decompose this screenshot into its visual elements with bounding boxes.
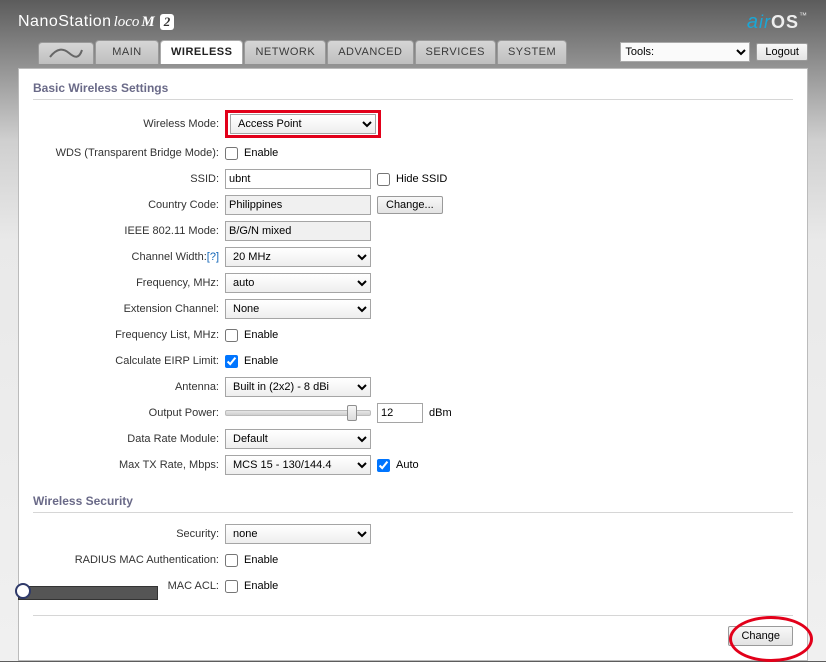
label-radius: RADIUS MAC Authentication: [33,554,225,566]
freq-list-enable-checkbox[interactable] [225,329,238,342]
tab-advanced[interactable]: ADVANCED [327,40,413,64]
change-button[interactable]: Change [728,626,793,646]
main-panel: Basic Wireless Settings Wireless Mode: A… [18,68,808,661]
annotation-highlight: Access Point [225,110,381,138]
tab-services[interactable]: SERVICES [415,40,496,64]
label-ieee: IEEE 802.11 Mode: [33,225,225,237]
logout-button[interactable]: Logout [756,43,808,61]
airos-logo: airOS™ [747,11,808,34]
tab-network[interactable]: NETWORK [244,40,326,64]
brand-part3: M [141,14,154,31]
label-antenna: Antenna: [33,381,225,393]
ieee-display [225,221,371,241]
hide-ssid-text: Hide SSID [396,173,447,185]
tools-select[interactable]: Tools: [620,42,750,62]
label-country: Country Code: [33,199,225,211]
radius-enable-text: Enable [244,554,278,566]
channel-width-select[interactable]: 20 MHz [225,247,371,267]
mac-acl-enable-checkbox[interactable] [225,580,238,593]
section-title-security: Wireless Security [33,494,793,513]
label-max-tx: Max TX Rate, Mbps: [33,459,225,471]
wds-enable-text: Enable [244,147,278,159]
max-tx-auto-text: Auto [396,459,419,471]
brand-part4: 2 [160,14,175,30]
tab-main[interactable]: MAIN [95,40,159,64]
label-ext-channel: Extension Channel: [33,303,225,315]
wireless-mode-select[interactable]: Access Point [230,114,376,134]
ssid-input[interactable] [225,169,371,189]
frequency-select[interactable]: auto [225,273,371,293]
eirp-enable-text: Enable [244,355,278,367]
max-tx-auto-checkbox[interactable] [377,459,390,472]
max-tx-select[interactable]: MCS 15 - 130/144.4 [225,455,371,475]
label-output-power: Output Power: [33,407,225,419]
label-ssid: SSID: [33,173,225,185]
tab-wireless[interactable]: WIRELESS [160,40,243,64]
tab-system[interactable]: SYSTEM [497,40,567,64]
freq-list-enable-text: Enable [244,329,278,341]
label-wds: WDS (Transparent Bridge Mode): [33,147,225,159]
security-select[interactable]: none [225,524,371,544]
channel-width-help-link[interactable]: [?] [207,251,219,263]
label-security: Security: [33,528,225,540]
mac-acl-enable-text: Enable [244,580,278,592]
radius-enable-checkbox[interactable] [225,554,238,567]
output-power-slider[interactable] [225,406,371,420]
wds-enable-checkbox[interactable] [225,147,238,160]
dbm-unit: dBm [429,407,452,419]
tab-logo[interactable] [38,42,94,64]
ubnt-swoosh-icon [49,46,83,60]
country-change-button[interactable]: Change... [377,196,443,214]
output-power-input[interactable] [377,403,423,423]
label-wireless-mode: Wireless Mode: [33,118,225,130]
antenna-select[interactable]: Built in (2x2) - 8 dBi [225,377,371,397]
label-data-rate: Data Rate Module: [33,433,225,445]
section-title-basic: Basic Wireless Settings [33,81,793,100]
country-display [225,195,371,215]
brand-part1: NanoStation [18,13,112,31]
data-rate-select[interactable]: Default [225,429,371,449]
nav-tabs: MAIN WIRELESS NETWORK ADVANCED SERVICES … [38,40,567,64]
label-freq-list: Frequency List, MHz: [33,329,225,341]
product-brand: NanoStation loco M 2 [18,13,174,31]
ext-channel-select[interactable]: None [225,299,371,319]
label-eirp: Calculate EIRP Limit: [33,355,225,367]
brand-part2: loco [114,14,140,31]
label-frequency: Frequency, MHz: [33,277,225,289]
label-channel-width: Channel Width:[?] [33,251,225,263]
hide-ssid-checkbox[interactable] [377,173,390,186]
footer-badge [18,586,158,600]
eirp-enable-checkbox[interactable] [225,355,238,368]
gear-icon [15,583,31,599]
